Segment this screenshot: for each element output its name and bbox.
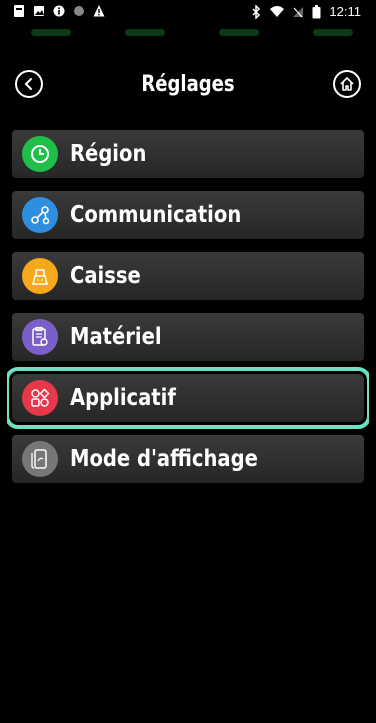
home-button[interactable]	[333, 70, 361, 98]
screen: 12:11 Réglages Région Communication Cais…	[7, 0, 369, 723]
bluetooth-icon	[252, 4, 261, 19]
home-icon	[340, 77, 354, 91]
menu-item-label: Région	[70, 141, 147, 167]
menu-item-materiel[interactable]: Matériel	[12, 313, 364, 361]
warning-icon	[93, 5, 105, 17]
menu-item-label: Matériel	[70, 324, 162, 350]
cash-register-icon	[22, 258, 58, 294]
menu-item-label: Caisse	[70, 263, 141, 289]
menu-item-label: Communication	[70, 202, 242, 228]
status-right-icons: 12:11	[250, 4, 361, 19]
menu-item-applicatif[interactable]: Applicatif	[7, 367, 369, 429]
notification-icon	[14, 5, 24, 17]
apps-icon	[22, 380, 58, 416]
image-icon	[34, 6, 44, 16]
menu-item-communication[interactable]: Communication	[12, 191, 364, 239]
no-signal-icon	[293, 6, 304, 17]
wifi-icon	[270, 5, 285, 17]
status-bar: 12:11	[7, 0, 369, 28]
page-title: Réglages	[141, 72, 235, 97]
network-icon	[22, 197, 58, 233]
status-time: 12:11	[329, 4, 361, 19]
led-indicator	[313, 29, 353, 36]
battery-icon	[312, 4, 321, 18]
led-indicators	[7, 29, 369, 37]
info-icon	[53, 5, 65, 17]
header: Réglages	[7, 60, 369, 116]
settings-menu: Région Communication Caisse Matériel App	[7, 130, 369, 496]
led-indicator	[125, 29, 165, 36]
led-indicator	[31, 29, 71, 36]
menu-item-region[interactable]: Région	[12, 130, 364, 178]
menu-item-caisse[interactable]: Caisse	[12, 252, 364, 300]
clock-icon	[22, 136, 58, 172]
dot-icon	[74, 6, 84, 16]
status-left-icons	[13, 4, 105, 18]
menu-item-label: Mode d'affichage	[70, 446, 258, 472]
led-indicator	[219, 29, 259, 36]
menu-item-mode-affichage[interactable]: Mode d'affichage	[12, 435, 364, 483]
chevron-left-icon	[24, 78, 32, 90]
menu-item-label: Applicatif	[70, 385, 176, 411]
display-mode-icon	[22, 441, 58, 477]
clipboard-gear-icon	[22, 319, 58, 355]
